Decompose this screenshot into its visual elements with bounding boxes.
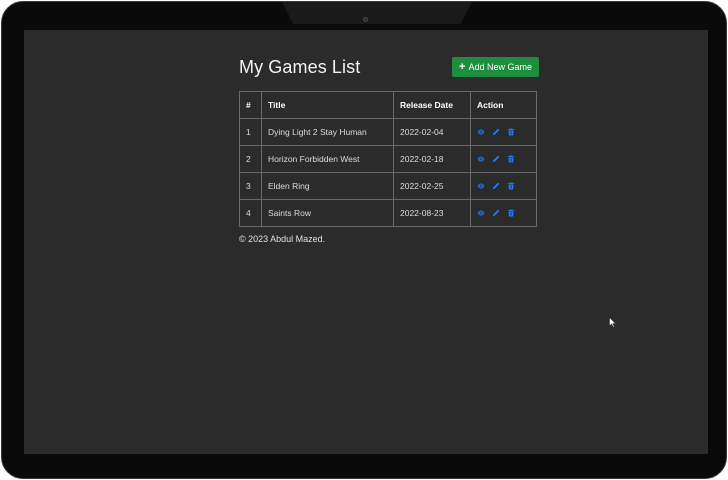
row-number: 4	[239, 199, 262, 227]
webcam	[363, 17, 368, 22]
pencil-icon[interactable]	[492, 155, 500, 163]
action-cell	[470, 199, 537, 227]
page-title: My Games List	[239, 56, 361, 77]
table-row: 3 Elden Ring 2022-02-25	[239, 172, 537, 200]
header-release-date: Release Date	[393, 91, 471, 119]
mouse-cursor-icon	[609, 317, 617, 328]
eye-icon[interactable]	[477, 155, 485, 163]
device-notch	[282, 2, 472, 24]
games-app: My Games List + Add New Game # Title Rel…	[239, 56, 539, 244]
row-number: 2	[239, 145, 262, 173]
trash-icon[interactable]	[507, 182, 515, 190]
screen: My Games List + Add New Game # Title Rel…	[24, 30, 708, 454]
header-action: Action	[470, 91, 537, 119]
header-number: #	[239, 91, 262, 119]
header-title: Title	[261, 91, 394, 119]
row-number: 1	[239, 118, 262, 146]
plus-icon: +	[459, 60, 466, 73]
eye-icon[interactable]	[477, 128, 485, 136]
release-date: 2022-02-04	[393, 118, 471, 146]
pencil-icon[interactable]	[492, 182, 500, 190]
game-title: Elden Ring	[261, 172, 394, 200]
add-new-game-label: Add New Game	[468, 62, 532, 72]
table-row: 1 Dying Light 2 Stay Human 2022-02-04	[239, 118, 537, 146]
action-cell	[470, 145, 537, 173]
table-row: 4 Saints Row 2022-08-23	[239, 199, 537, 227]
action-cell	[470, 118, 537, 146]
release-date: 2022-02-25	[393, 172, 471, 200]
trash-icon[interactable]	[507, 155, 515, 163]
games-table: # Title Release Date Action 1 Dying Light…	[239, 91, 537, 227]
eye-icon[interactable]	[477, 209, 485, 217]
pencil-icon[interactable]	[492, 128, 500, 136]
action-icons	[477, 155, 530, 163]
table-header-row: # Title Release Date Action	[239, 91, 537, 119]
trash-icon[interactable]	[507, 128, 515, 136]
laptop-frame: My Games List + Add New Game # Title Rel…	[1, 1, 727, 479]
game-title: Horizon Forbidden West	[261, 145, 394, 173]
action-icons	[477, 209, 530, 217]
trash-icon[interactable]	[507, 209, 515, 217]
eye-icon[interactable]	[477, 182, 485, 190]
release-date: 2022-08-23	[393, 199, 471, 227]
header: My Games List + Add New Game	[239, 56, 539, 78]
action-icons	[477, 182, 530, 190]
row-number: 3	[239, 172, 262, 200]
release-date: 2022-02-18	[393, 145, 471, 173]
footer-copyright: © 2023 Abdul Mazed.	[239, 234, 326, 244]
game-title: Saints Row	[261, 199, 394, 227]
game-title: Dying Light 2 Stay Human	[261, 118, 394, 146]
action-cell	[470, 172, 537, 200]
table-row: 2 Horizon Forbidden West 2022-02-18	[239, 145, 537, 173]
pencil-icon[interactable]	[492, 209, 500, 217]
add-new-game-button[interactable]: + Add New Game	[452, 57, 539, 77]
action-icons	[477, 128, 530, 136]
